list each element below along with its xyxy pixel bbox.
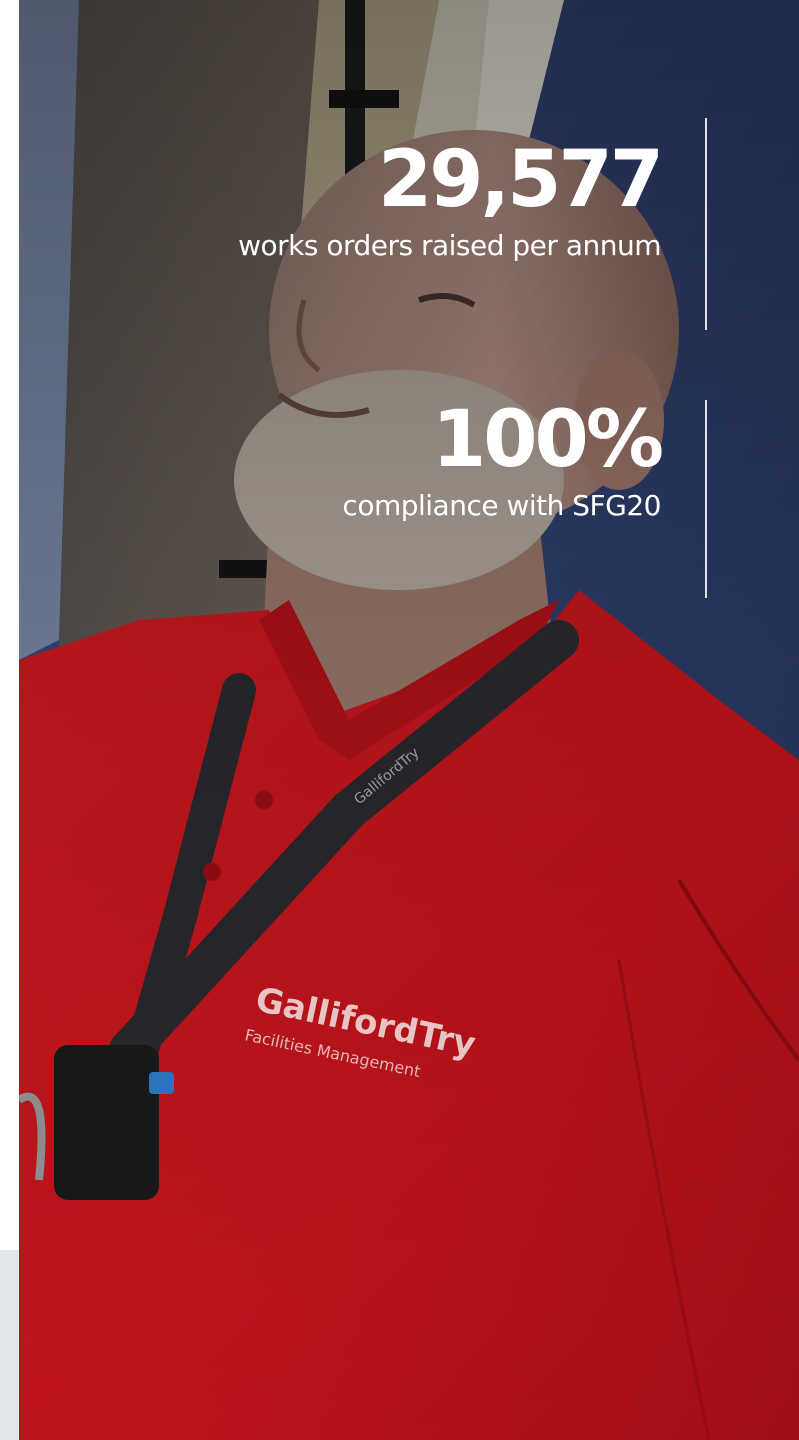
stat-label: works orders raised per annum bbox=[238, 229, 661, 262]
stat-compliance: 100% compliance with SFG20 bbox=[342, 392, 664, 524]
left-gutter bbox=[0, 0, 19, 1440]
stat-value: 100% bbox=[432, 395, 664, 485]
stat-label: compliance with SFG20 bbox=[342, 489, 661, 522]
stat-value: 29,577 bbox=[378, 135, 664, 225]
stat-works-orders: 29,577 works orders raised per annum bbox=[238, 132, 664, 264]
page: GallifordTry Facilities Management Galli… bbox=[0, 0, 799, 1440]
stat-divider bbox=[705, 400, 707, 598]
stat-divider bbox=[705, 118, 707, 330]
